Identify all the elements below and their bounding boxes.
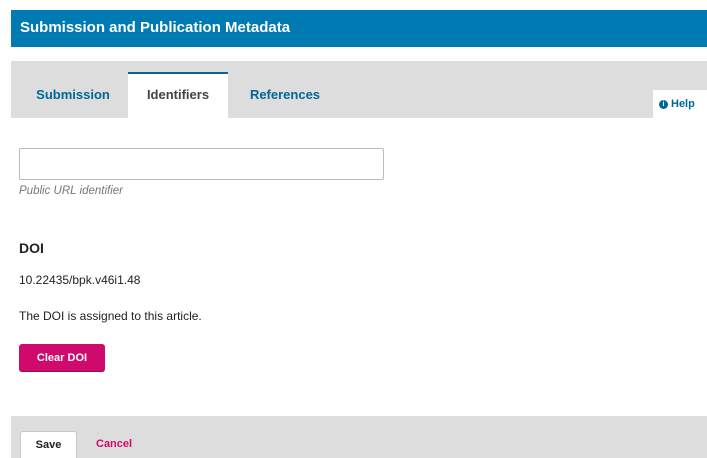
doi-assigned-note: The DOI is assigned to this article. (19, 309, 202, 323)
modal-title: Submission and Publication Metadata (20, 19, 291, 36)
form-footer: Save Cancel (11, 416, 707, 458)
doi-heading: DOI (19, 240, 44, 256)
tab-bar: Submission Identifiers References (11, 61, 707, 118)
doi-value: 10.22435/bpk.v46i1.48 (19, 273, 141, 287)
public-url-identifier-description: Public URL identifier (19, 185, 123, 197)
save-button[interactable]: Save (20, 431, 77, 458)
clear-doi-button[interactable]: Clear DOI (19, 344, 105, 371)
public-url-identifier-input[interactable] (19, 148, 384, 180)
help-button[interactable]: i Help (653, 90, 707, 118)
modal-header: Submission and Publication Metadata (11, 10, 707, 47)
help-label: Help (671, 98, 695, 110)
tab-references[interactable]: References (233, 72, 337, 118)
cancel-link[interactable]: Cancel (96, 438, 132, 450)
tab-identifiers[interactable]: Identifiers (128, 72, 228, 118)
info-icon: i (659, 99, 668, 109)
left-gutter (0, 0, 11, 458)
tab-submission[interactable]: Submission (21, 72, 125, 118)
